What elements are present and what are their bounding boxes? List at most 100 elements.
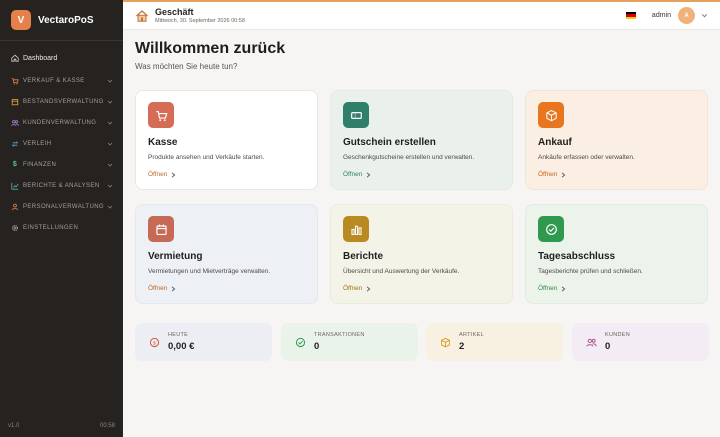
card-description: Übersicht und Auswertung der Verkäufe. (343, 268, 460, 275)
card-link-label: Öffnen (343, 285, 363, 292)
sidebar-item-verleih[interactable]: VERLEIH (0, 133, 123, 154)
card-open-link[interactable]: Öffnen (343, 171, 500, 178)
box-icon (538, 102, 564, 128)
card-description: Vermietungen und Mietverträge verwalten. (148, 268, 271, 275)
card-description: Tagesberichte prüfen und schließen. (538, 268, 643, 275)
sidebar-item-einstellungen[interactable]: EINSTELLUNGEN (0, 217, 123, 238)
sidebar: V VectaroPoS Dashboard VERKAUF & KASSE B… (0, 0, 123, 437)
sidebar-item-label: Dashboard (23, 54, 58, 62)
sidebar-item-verkauf-kasse[interactable]: VERKAUF & KASSE (0, 70, 123, 91)
ticket-icon (343, 102, 369, 128)
page-title: Willkommen zurück (135, 40, 286, 57)
card-open-link[interactable]: Öffnen (343, 285, 500, 292)
card-link-label: Öffnen (343, 171, 363, 178)
chevron-down-icon (107, 205, 113, 209)
sidebar-item-label: BESTANDSVERWALTUNG (23, 98, 104, 105)
sidebar-item-label: VERKAUF & KASSE (23, 77, 85, 84)
home-icon[interactable] (135, 9, 149, 23)
card-link-label: Öffnen (148, 285, 168, 292)
sidebar-item-label: VERLEIH (23, 140, 52, 147)
chevron-right-icon (172, 285, 176, 292)
card-gutschein-erstellen[interactable]: Gutschein erstellen Geschenkgutscheine e… (330, 90, 513, 190)
page-header-title: Geschäft (155, 7, 194, 17)
card-description: Produkte ansehen und Verkäufe starten. (148, 154, 265, 161)
stat-kunden: KUNDEN 0 (572, 323, 709, 361)
user-name[interactable]: admin (652, 12, 671, 19)
brand[interactable]: V VectaroPoS (0, 0, 123, 40)
sidebar-clock: 00:58 (99, 423, 115, 429)
card-tagesabschluss[interactable]: Tagesabschluss Tagesberichte prüfen und … (525, 204, 708, 304)
bar-chart-icon (343, 216, 369, 242)
card-title: Kasse (148, 137, 178, 148)
chevron-right-icon (367, 285, 371, 292)
stat-artikel: ARTIKEL 2 (426, 323, 563, 361)
users-icon (584, 335, 598, 349)
check-icon (293, 335, 307, 349)
card-link-label: Öffnen (148, 171, 168, 178)
chevron-right-icon (172, 171, 176, 178)
person-icon (11, 203, 19, 211)
card-title: Vermietung (148, 251, 203, 262)
header-titles: Geschäft Mittwoch, 30. September 2026 00… (155, 7, 626, 24)
dollar-icon: $ (12, 161, 18, 168)
sidebar-nav: Dashboard VERKAUF & KASSE BESTANDSVERWAL… (0, 47, 123, 238)
card-link-label: Öffnen (538, 285, 558, 292)
main-content: Willkommen zurück Was möchten Sie heute … (135, 40, 709, 71)
cart-icon (148, 102, 174, 128)
chevron-down-icon (107, 142, 113, 146)
card-open-link[interactable]: Öffnen (148, 171, 305, 178)
home-icon (11, 54, 19, 62)
chevron-down-icon (107, 163, 113, 167)
page-subtitle: Was möchten Sie heute tun? (135, 62, 238, 71)
stat-value: 0 (314, 341, 320, 352)
chart-icon (11, 182, 19, 190)
card-vermietung[interactable]: Vermietung Vermietungen und Mietverträge… (135, 204, 318, 304)
top-header: Geschäft Mittwoch, 30. September 2026 00… (123, 0, 720, 30)
header-datetime: Mittwoch, 30. September 2026 00:58 (155, 18, 245, 24)
card-berichte[interactable]: Berichte Übersicht und Auswertung der Ve… (330, 204, 513, 304)
sidebar-item-label: KUNDENVERWALTUNG (23, 119, 97, 126)
sidebar-item-bestandsverwaltung[interactable]: BESTANDSVERWALTUNG (0, 91, 123, 112)
app-logo: V (11, 10, 31, 30)
card-title: Gutschein erstellen (343, 137, 436, 148)
chevron-down-icon (107, 100, 113, 104)
app-name: VectaroPoS (38, 14, 94, 26)
card-title: Ankauf (538, 137, 572, 148)
card-open-link[interactable]: Öffnen (538, 285, 695, 292)
stat-label: ARTIKEL (459, 332, 484, 338)
avatar[interactable]: A (678, 7, 695, 24)
sidebar-item-label: EINSTELLUNGEN (23, 224, 79, 231)
sidebar-item-berichte-analysen[interactable]: BERICHTE & ANALYSEN (0, 175, 123, 196)
stat-label: KUNDEN (605, 332, 631, 338)
chevron-down-icon (107, 121, 113, 125)
card-title: Tagesabschluss (538, 251, 616, 262)
chevron-down-icon[interactable] (701, 12, 708, 19)
box-icon (11, 98, 19, 106)
coin-icon: $ (147, 335, 161, 349)
box-icon (438, 335, 452, 349)
sidebar-divider (0, 40, 123, 41)
stat-transaktionen: TRANSAKTIONEN 0 (281, 323, 418, 361)
sidebar-item-personalverwaltung[interactable]: PERSONALVERWALTUNG (0, 196, 123, 217)
card-ankauf[interactable]: Ankauf Ankäufe erfassen oder verwalten. … (525, 90, 708, 190)
sidebar-footer: v1.0 00:58 (8, 423, 115, 429)
card-title: Berichte (343, 251, 384, 262)
sidebar-item-dashboard[interactable]: Dashboard (0, 47, 123, 69)
sidebar-item-finanzen[interactable]: $ FINANZEN (0, 154, 123, 175)
sidebar-item-label: BERICHTE & ANALYSEN (23, 182, 100, 189)
card-open-link[interactable]: Öffnen (148, 285, 305, 292)
card-open-link[interactable]: Öffnen (538, 171, 695, 178)
stat-label: TRANSAKTIONEN (314, 332, 365, 338)
stat-label: HEUTE (168, 332, 189, 338)
stat-value: 0 (605, 341, 611, 352)
sidebar-item-kundenverwaltung[interactable]: KUNDENVERWALTUNG (0, 112, 123, 133)
stat-value: 2 (459, 341, 465, 352)
sidebar-item-label: FINANZEN (23, 161, 57, 168)
card-description: Geschenkgutscheine erstellen und verwalt… (343, 154, 475, 161)
sidebar-item-label: PERSONALVERWALTUNG (23, 203, 104, 210)
chevron-right-icon (367, 171, 371, 178)
check-circle-icon (538, 216, 564, 242)
de-flag-icon[interactable] (625, 12, 636, 19)
card-kasse[interactable]: Kasse Produkte ansehen und Verkäufe star… (135, 90, 318, 190)
users-icon (11, 119, 19, 127)
